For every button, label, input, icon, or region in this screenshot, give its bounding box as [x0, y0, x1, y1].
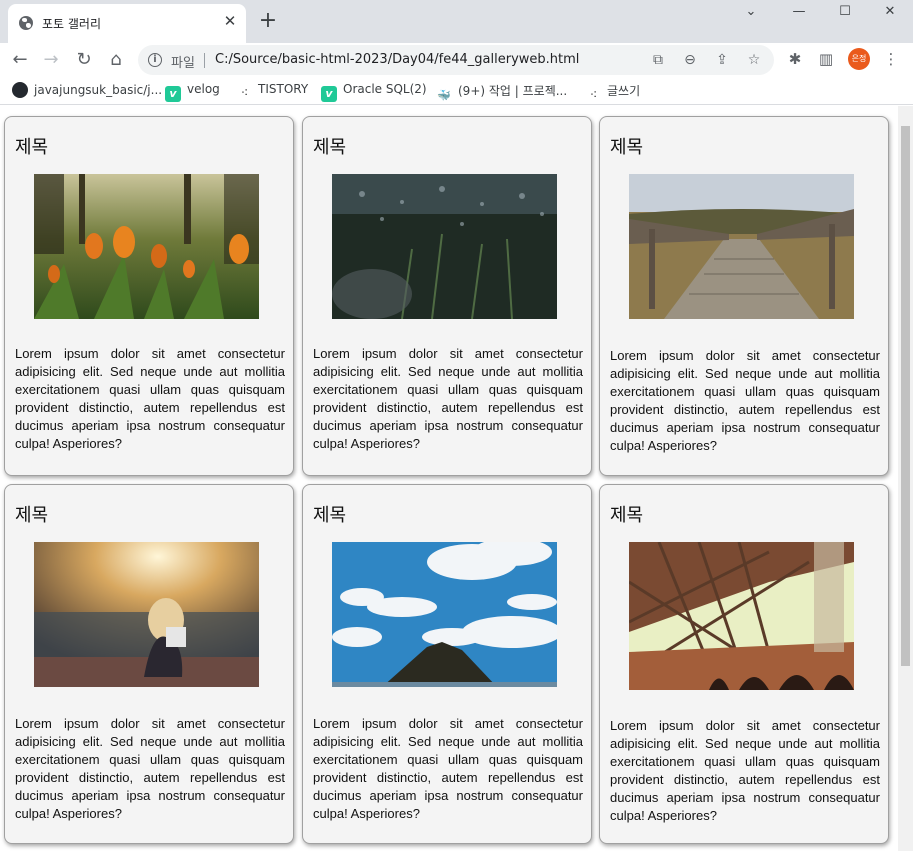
velog-icon: v: [321, 86, 337, 102]
bookmark-label: velog: [187, 82, 220, 96]
gallery-card: 제목 Lorem ipsum dolor sit amet consectetu…: [599, 116, 889, 476]
card-title: 제목: [610, 137, 644, 158]
gallery-card: 제목 Lorem ipsum dolor sit amet consectetu…: [302, 116, 592, 476]
globe-icon: [19, 16, 33, 30]
new-tab-button[interactable]: +: [257, 10, 279, 33]
address-divider: [204, 53, 205, 68]
scrollbar-thumb[interactable]: [901, 126, 910, 666]
gallery-card: 제목 Lorem ipsum dolor sit amet consectetu…: [4, 116, 294, 476]
profile-avatar[interactable]: 은정: [848, 48, 870, 70]
bookmark-label: Oracle SQL(2): [343, 82, 427, 96]
bookmark-label: (9+) 작업 | 프로젝...: [458, 84, 568, 98]
tab-title: 포토 갤러리: [42, 17, 102, 31]
bookmark-item[interactable]: v Oracle SQL(2): [321, 82, 427, 102]
zoom-icon[interactable]: ⊖: [680, 50, 700, 70]
menu-icon[interactable]: ⋮: [880, 48, 902, 70]
address-url[interactable]: C:/Source/basic-html-2023/Day04/fe44_gal…: [215, 52, 579, 67]
bookmark-item[interactable]: javajungsuk_basic/j...: [12, 82, 162, 100]
card-description: Lorem ipsum dolor sit amet consectetur a…: [610, 348, 880, 453]
bookmark-item[interactable]: v velog: [165, 82, 220, 102]
bridge-photo: [629, 542, 854, 690]
address-bar[interactable]: i 파일 C:/Source/basic-html-2023/Day04/fe4…: [138, 45, 774, 75]
extensions-icon[interactable]: ✱: [784, 48, 806, 70]
share-icon[interactable]: ⇪: [712, 50, 732, 70]
address-scheme-label: 파일: [171, 56, 195, 71]
bookmarks-bar: javajungsuk_basic/j... v velog ⁖ TISTORY v…: [0, 77, 913, 105]
bookmark-item[interactable]: ⁖ TISTORY: [236, 82, 309, 101]
bookmark-label: TISTORY: [258, 82, 309, 96]
card-description: Lorem ipsum dolor sit amet consectetur a…: [313, 346, 583, 451]
sunset-girl-photo: [34, 542, 259, 687]
card-description: Lorem ipsum dolor sit amet consectetur a…: [15, 716, 285, 821]
github-icon: [12, 82, 28, 98]
card-title: 제목: [610, 505, 644, 526]
card-title: 제목: [15, 137, 49, 158]
card-description: Lorem ipsum dolor sit amet consectetur a…: [15, 346, 285, 451]
gallery-card: 제목 Lorem ipsum dolor sit amet consectetu…: [4, 484, 294, 844]
gallery-card: 제목 Lorem ipsum dolor sit amet consectetu…: [599, 484, 889, 844]
back-icon[interactable]: ←: [7, 47, 33, 73]
bookmark-star-icon[interactable]: ☆: [744, 50, 764, 70]
tulips-photo: [34, 174, 259, 319]
minimize-button[interactable]: —: [776, 0, 822, 26]
bookmark-label: javajungsuk_basic/j...: [34, 83, 163, 97]
whale-icon: 🐳: [437, 89, 451, 102]
info-icon[interactable]: i: [148, 53, 162, 67]
translate-icon[interactable]: ⧉: [648, 50, 668, 70]
tab-active[interactable]: 포토 갤러리 ✕: [8, 4, 246, 43]
bookmark-label: 글쓰기: [607, 84, 641, 98]
velog-icon: v: [165, 86, 181, 102]
card-title: 제목: [15, 505, 49, 526]
boardwalk-photo: [629, 174, 854, 319]
gallery-card: 제목 Lorem ipsum dolor sit amet consectetu…: [302, 484, 592, 844]
tistory-icon: ⁖: [240, 86, 249, 101]
card-title: 제목: [313, 137, 347, 158]
snowy-plants-photo: [332, 174, 557, 319]
sky-hill-photo: [332, 542, 557, 687]
browser-toolbar: ← → ↻ ⌂ i 파일 C:/Source/basic-html-2023/D…: [0, 43, 913, 77]
side-panel-icon[interactable]: ▥: [815, 48, 837, 70]
page-viewport: 제목 Lorem ipsum dolor sit amet consectetu…: [0, 106, 913, 851]
vertical-scrollbar[interactable]: [898, 106, 913, 851]
close-window-button[interactable]: ✕: [867, 0, 913, 26]
forward-icon[interactable]: →: [38, 47, 64, 73]
card-description: Lorem ipsum dolor sit amet consectetur a…: [313, 716, 583, 821]
reload-icon[interactable]: ↻: [71, 47, 97, 73]
maximize-button[interactable]: ☐: [822, 0, 868, 26]
tab-strip: 포토 갤러리 ✕ + ⌄ — ☐ ✕: [0, 0, 913, 43]
bookmark-item[interactable]: 🐳 (9+) 작업 | 프로젝...: [436, 82, 568, 102]
tab-search-button[interactable]: ⌄: [728, 0, 774, 26]
home-icon[interactable]: ⌂: [103, 47, 129, 73]
card-description: Lorem ipsum dolor sit amet consectetur a…: [610, 718, 880, 823]
bookmark-item[interactable]: ⁖ 글쓰기: [585, 82, 641, 103]
close-tab-icon[interactable]: ✕: [222, 13, 238, 29]
card-title: 제목: [313, 505, 347, 526]
tistory-icon: ⁖: [589, 88, 598, 103]
